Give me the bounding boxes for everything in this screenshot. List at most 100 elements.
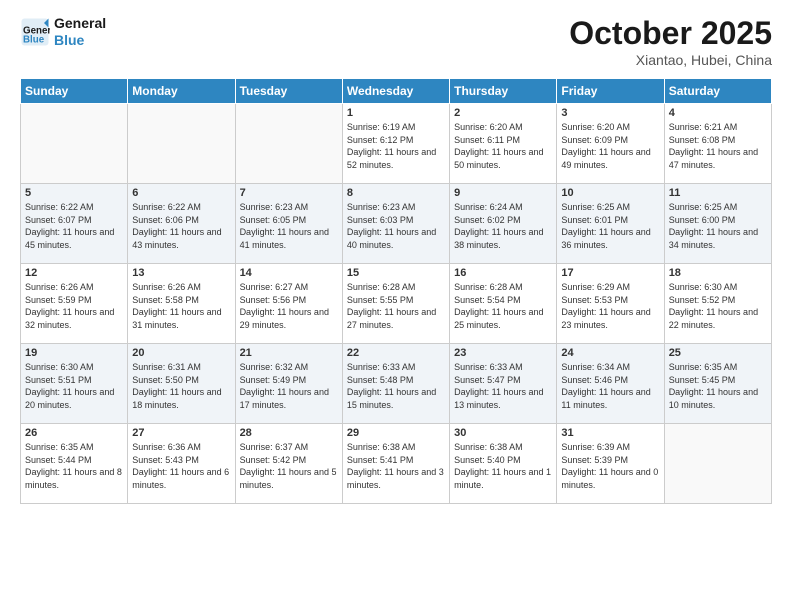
daylight-text: Daylight: 11 hours and 13 minutes. bbox=[454, 386, 552, 411]
day-number: 13 bbox=[132, 267, 230, 279]
day-info: Sunrise: 6:35 AMSunset: 5:44 PMDaylight:… bbox=[25, 441, 123, 491]
daylight-text: Daylight: 11 hours and 0 minutes. bbox=[561, 466, 659, 491]
calendar-cell-w1-d4: 1 Sunrise: 6:19 AMSunset: 6:12 PMDaylight… bbox=[342, 104, 449, 184]
day-number: 1 bbox=[347, 107, 445, 119]
header-wednesday: Wednesday bbox=[342, 79, 449, 104]
calendar-cell-w1-d1 bbox=[21, 104, 128, 184]
header-saturday: Saturday bbox=[664, 79, 771, 104]
calendar-cell-w4-d4: 22Sunrise: 6:33 AMSunset: 5:48 PMDayligh… bbox=[342, 344, 449, 424]
day-number: 28 bbox=[240, 427, 338, 439]
day-info: Sunrise: 6:36 AMSunset: 5:43 PMDaylight:… bbox=[132, 441, 230, 491]
daylight-text: Daylight: 11 hours and 10 minutes. bbox=[669, 386, 767, 411]
week-row-1: 1 Sunrise: 6:19 AMSunset: 6:12 PMDaylight… bbox=[21, 104, 772, 184]
daylight-text: Daylight: 11 hours and 5 minutes. bbox=[240, 466, 338, 491]
sunset-text: Sunset: 5:45 PM bbox=[669, 374, 767, 387]
day-info: Sunrise: 6:25 AMSunset: 6:00 PMDaylight:… bbox=[669, 201, 767, 251]
daylight-text: Daylight: 11 hours and 38 minutes. bbox=[454, 226, 552, 251]
daylight-text: Daylight: 11 hours and 20 minutes. bbox=[25, 386, 123, 411]
daylight-text: Daylight: 11 hours and 25 minutes. bbox=[454, 306, 552, 331]
calendar-cell-w2-d1: 5Sunrise: 6:22 AMSunset: 6:07 PMDaylight… bbox=[21, 184, 128, 264]
month-title: October 2025 bbox=[569, 15, 772, 52]
header-friday: Friday bbox=[557, 79, 664, 104]
sunrise-text: Sunrise: 6:25 AM bbox=[669, 201, 767, 214]
day-info: Sunrise: 6:21 AMSunset: 6:08 PMDaylight:… bbox=[669, 121, 767, 171]
sunset-text: Sunset: 6:00 PM bbox=[669, 214, 767, 227]
sunset-text: Sunset: 5:56 PM bbox=[240, 294, 338, 307]
calendar-cell-w2-d3: 7Sunrise: 6:23 AMSunset: 6:05 PMDaylight… bbox=[235, 184, 342, 264]
calendar-table: Sunday Monday Tuesday Wednesday Thursday… bbox=[20, 78, 772, 504]
sunrise-text: Sunrise: 6:27 AM bbox=[240, 281, 338, 294]
daylight-text: Daylight: 11 hours and 17 minutes. bbox=[240, 386, 338, 411]
calendar-cell-w5-d1: 26 Sunrise: 6:35 AMSunset: 5:44 PMDayligh… bbox=[21, 424, 128, 504]
daylight-text: Daylight: 11 hours and 34 minutes. bbox=[669, 226, 767, 251]
day-info: Sunrise: 6:22 AMSunset: 6:07 PMDaylight:… bbox=[25, 201, 123, 251]
sunrise-text: Sunrise: 6:24 AM bbox=[454, 201, 552, 214]
calendar-cell-w3-d7: 18 Sunrise: 6:30 AMSunset: 5:52 PMDayligh… bbox=[664, 264, 771, 344]
sunrise-text: Sunrise: 6:38 AM bbox=[347, 441, 445, 454]
day-info: Sunrise: 6:26 AMSunset: 5:58 PMDaylight:… bbox=[132, 281, 230, 331]
day-info: Sunrise: 6:30 AMSunset: 5:51 PMDaylight:… bbox=[25, 361, 123, 411]
day-number: 15 bbox=[347, 267, 445, 279]
daylight-text: Daylight: 11 hours and 31 minutes. bbox=[132, 306, 230, 331]
calendar-cell-w3-d6: 17 Sunrise: 6:29 AMSunset: 5:53 PMDayligh… bbox=[557, 264, 664, 344]
day-info: Sunrise: 6:38 AMSunset: 5:41 PMDaylight:… bbox=[347, 441, 445, 491]
sunrise-text: Sunrise: 6:28 AM bbox=[454, 281, 552, 294]
logo-icon: General Blue bbox=[20, 17, 50, 47]
day-info: Sunrise: 6:23 AMSunset: 6:05 PMDaylight:… bbox=[240, 201, 338, 251]
day-number: 22 bbox=[347, 347, 445, 359]
calendar-cell-w5-d3: 28Sunrise: 6:37 AMSunset: 5:42 PMDayligh… bbox=[235, 424, 342, 504]
day-number: 31 bbox=[561, 427, 659, 439]
day-info: Sunrise: 6:19 AMSunset: 6:12 PMDaylight:… bbox=[347, 121, 445, 171]
calendar-cell-w5-d6: 31Sunrise: 6:39 AMSunset: 5:39 PMDayligh… bbox=[557, 424, 664, 504]
sunset-text: Sunset: 5:42 PM bbox=[240, 454, 338, 467]
day-info: Sunrise: 6:24 AMSunset: 6:02 PMDaylight:… bbox=[454, 201, 552, 251]
day-number: 26 bbox=[25, 427, 123, 439]
daylight-text: Daylight: 11 hours and 41 minutes. bbox=[240, 226, 338, 251]
title-block: October 2025 Xiantao, Hubei, China bbox=[569, 15, 772, 68]
day-number: 9 bbox=[454, 187, 552, 199]
calendar-cell-w2-d4: 8Sunrise: 6:23 AMSunset: 6:03 PMDaylight… bbox=[342, 184, 449, 264]
day-info: Sunrise: 6:29 AMSunset: 5:53 PMDaylight:… bbox=[561, 281, 659, 331]
day-number: 17 bbox=[561, 267, 659, 279]
calendar-cell-w2-d2: 6Sunrise: 6:22 AMSunset: 6:06 PMDaylight… bbox=[128, 184, 235, 264]
week-row-4: 19Sunrise: 6:30 AMSunset: 5:51 PMDayligh… bbox=[21, 344, 772, 424]
day-number: 8 bbox=[347, 187, 445, 199]
daylight-text: Daylight: 11 hours and 50 minutes. bbox=[454, 146, 552, 171]
sunset-text: Sunset: 6:02 PM bbox=[454, 214, 552, 227]
day-number: 14 bbox=[240, 267, 338, 279]
sunrise-text: Sunrise: 6:20 AM bbox=[454, 121, 552, 134]
sunset-text: Sunset: 5:58 PM bbox=[132, 294, 230, 307]
logo-text-general: General bbox=[54, 15, 106, 32]
day-number: 21 bbox=[240, 347, 338, 359]
daylight-text: Daylight: 11 hours and 52 minutes. bbox=[347, 146, 445, 171]
sunset-text: Sunset: 6:03 PM bbox=[347, 214, 445, 227]
sunset-text: Sunset: 5:44 PM bbox=[25, 454, 123, 467]
daylight-text: Daylight: 11 hours and 47 minutes. bbox=[669, 146, 767, 171]
sunset-text: Sunset: 5:40 PM bbox=[454, 454, 552, 467]
calendar-cell-w1-d3 bbox=[235, 104, 342, 184]
daylight-text: Daylight: 11 hours and 1 minute. bbox=[454, 466, 552, 491]
header-sunday: Sunday bbox=[21, 79, 128, 104]
day-info: Sunrise: 6:34 AMSunset: 5:46 PMDaylight:… bbox=[561, 361, 659, 411]
sunrise-text: Sunrise: 6:32 AM bbox=[240, 361, 338, 374]
daylight-text: Daylight: 11 hours and 18 minutes. bbox=[132, 386, 230, 411]
logo: General Blue General Blue bbox=[20, 15, 106, 49]
day-info: Sunrise: 6:38 AMSunset: 5:40 PMDaylight:… bbox=[454, 441, 552, 491]
calendar-cell-w4-d1: 19Sunrise: 6:30 AMSunset: 5:51 PMDayligh… bbox=[21, 344, 128, 424]
logo-text-blue: Blue bbox=[54, 32, 106, 49]
day-info: Sunrise: 6:28 AMSunset: 5:55 PMDaylight:… bbox=[347, 281, 445, 331]
day-number: 12 bbox=[25, 267, 123, 279]
sunrise-text: Sunrise: 6:35 AM bbox=[669, 361, 767, 374]
sunrise-text: Sunrise: 6:26 AM bbox=[25, 281, 123, 294]
day-number: 6 bbox=[132, 187, 230, 199]
day-info: Sunrise: 6:30 AMSunset: 5:52 PMDaylight:… bbox=[669, 281, 767, 331]
day-info: Sunrise: 6:20 AMSunset: 6:09 PMDaylight:… bbox=[561, 121, 659, 171]
calendar-cell-w4-d2: 20Sunrise: 6:31 AMSunset: 5:50 PMDayligh… bbox=[128, 344, 235, 424]
sunset-text: Sunset: 5:55 PM bbox=[347, 294, 445, 307]
sunset-text: Sunset: 6:01 PM bbox=[561, 214, 659, 227]
day-number: 18 bbox=[669, 267, 767, 279]
day-info: Sunrise: 6:31 AMSunset: 5:50 PMDaylight:… bbox=[132, 361, 230, 411]
sunset-text: Sunset: 5:52 PM bbox=[669, 294, 767, 307]
day-number: 10 bbox=[561, 187, 659, 199]
sunset-text: Sunset: 5:49 PM bbox=[240, 374, 338, 387]
